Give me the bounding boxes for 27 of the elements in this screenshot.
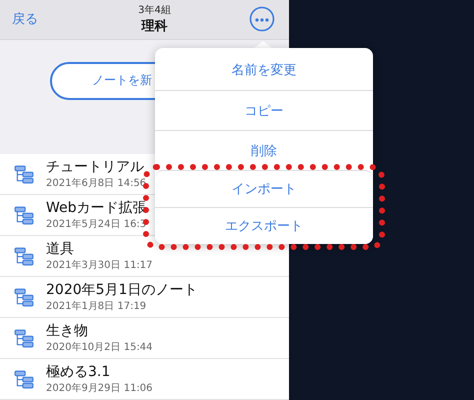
note-map-icon bbox=[14, 246, 34, 266]
class-label: 3年4組 bbox=[138, 4, 171, 18]
note-title: 生き物 bbox=[46, 322, 89, 340]
note-map-icon bbox=[14, 164, 34, 184]
note-date: 2020年10月2日 15:44 bbox=[46, 340, 153, 354]
note-date: 2021年3月30日 11:17 bbox=[46, 258, 153, 272]
note-row[interactable]: 極める3.1 2020年9月29日 11:06 bbox=[0, 359, 289, 400]
note-map-icon bbox=[14, 369, 34, 389]
menu-item[interactable]: コピー bbox=[155, 90, 373, 130]
menu-item[interactable]: 削除 bbox=[155, 130, 373, 170]
note-map-icon bbox=[14, 287, 34, 307]
subject-title: 理科 bbox=[141, 18, 168, 36]
menu-item[interactable]: インポート bbox=[155, 170, 373, 207]
note-date: 2021年6月8日 14:56 bbox=[46, 176, 146, 190]
back-link[interactable]: 戻る bbox=[12, 10, 38, 28]
note-date: 2020年9月29日 11:06 bbox=[46, 382, 153, 396]
more-icon[interactable] bbox=[248, 6, 275, 32]
note-title: 2020年5月1日のノート bbox=[46, 280, 198, 300]
menu-item[interactable]: エクスポート bbox=[155, 207, 373, 244]
note-title: 道具 bbox=[46, 240, 75, 258]
note-map-icon bbox=[14, 205, 34, 225]
note-title: チュートリアル bbox=[46, 158, 145, 176]
note-title: 極める3.1 bbox=[46, 362, 112, 382]
note-row[interactable]: 2020年5月1日のノート 2021年1月8日 17:19 bbox=[0, 277, 289, 318]
note-map-icon bbox=[14, 328, 34, 348]
note-row[interactable]: 生き物 2020年10月2日 15:44 bbox=[0, 318, 289, 359]
note-date: 2021年1月8日 17:19 bbox=[46, 300, 148, 314]
